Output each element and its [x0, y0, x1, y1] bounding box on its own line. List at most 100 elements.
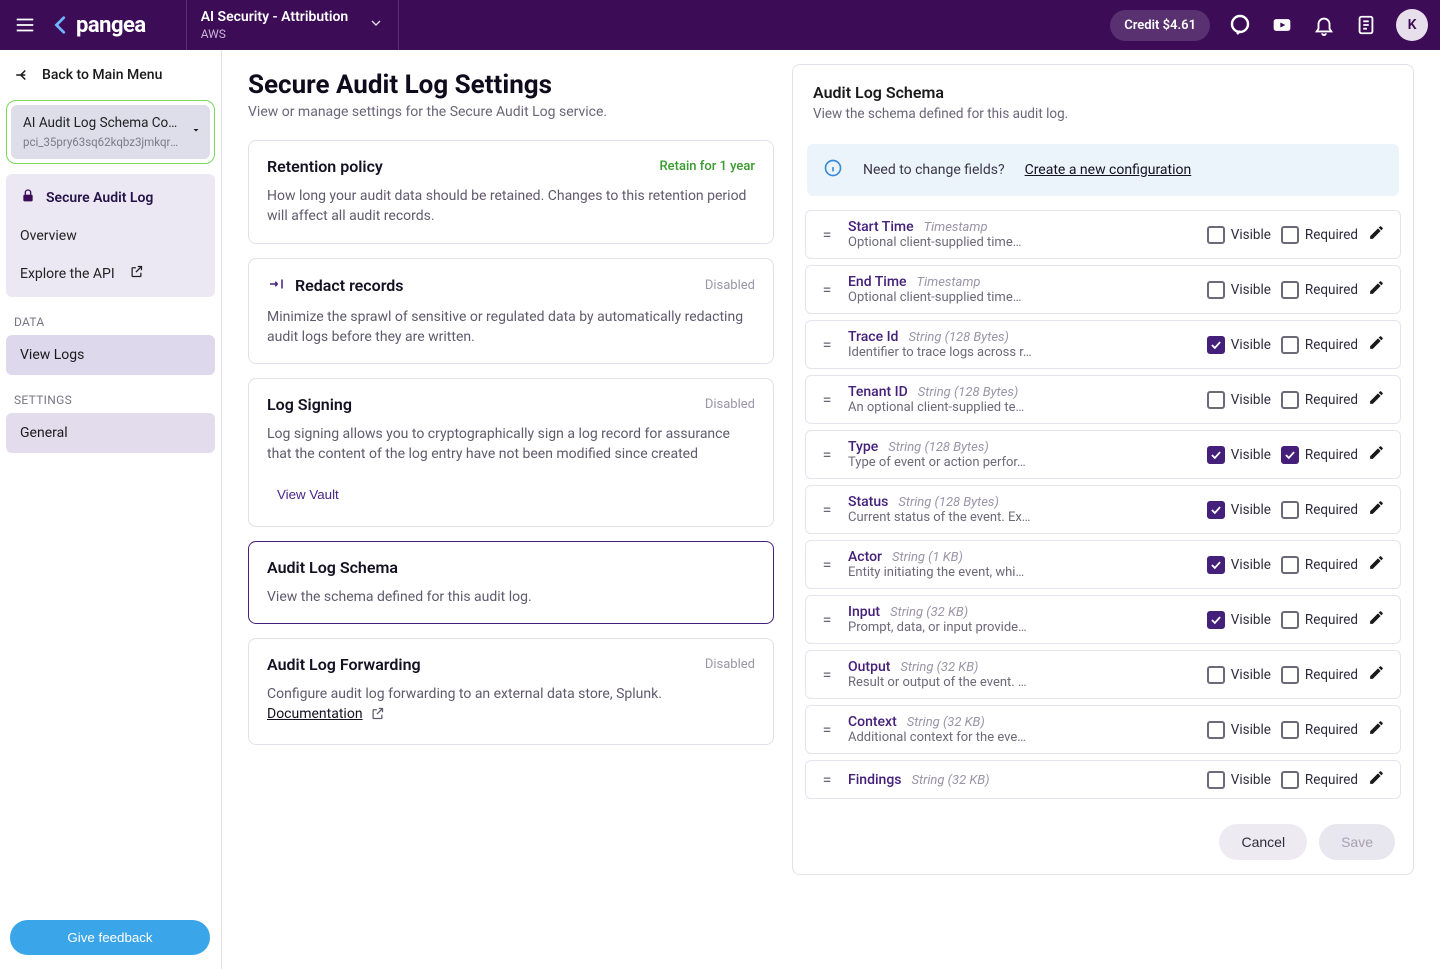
field-desc: Optional client-supplied time…	[848, 290, 1038, 305]
field-name: Start Time	[848, 219, 914, 235]
feedback-button[interactable]: Give feedback	[10, 920, 210, 955]
brand-logo[interactable]: pangea	[50, 13, 186, 38]
visible-checkbox[interactable]	[1207, 336, 1225, 354]
field-type: Timestamp	[924, 220, 988, 235]
field-type: Timestamp	[917, 275, 981, 290]
schema-row: =OutputString (32 KB)Result or output of…	[805, 650, 1401, 699]
external-link-icon	[129, 264, 144, 283]
visible-checkbox[interactable]	[1207, 501, 1225, 519]
credit-balance[interactable]: Credit $4.61	[1110, 10, 1210, 41]
edit-icon[interactable]	[1362, 499, 1390, 520]
visible-checkbox[interactable]	[1207, 281, 1225, 299]
field-type: String (32 KB)	[890, 605, 968, 620]
visible-checkbox[interactable]	[1207, 556, 1225, 574]
redact-title: Redact records	[295, 276, 404, 295]
card-schema[interactable]: Audit Log Schema View the schema defined…	[248, 541, 774, 624]
visible-checkbox[interactable]	[1207, 226, 1225, 244]
required-label: Required	[1305, 502, 1358, 518]
card-redact[interactable]: Redact records Disabled Minimize the spr…	[248, 258, 774, 365]
field-name: Trace Id	[848, 329, 898, 345]
save-button[interactable]: Save	[1319, 824, 1395, 860]
required-checkbox[interactable]	[1281, 666, 1299, 684]
project-title: AI Security - Attribution	[201, 9, 349, 25]
project-switcher[interactable]: AI Security - Attribution AWS	[186, 0, 400, 50]
visible-checkbox[interactable]	[1207, 446, 1225, 464]
drag-handle-icon[interactable]: =	[816, 280, 838, 299]
drag-handle-icon[interactable]: =	[816, 770, 838, 789]
edit-icon[interactable]	[1362, 554, 1390, 575]
edit-icon[interactable]	[1362, 389, 1390, 410]
edit-icon[interactable]	[1362, 444, 1390, 465]
drag-handle-icon[interactable]: =	[816, 225, 838, 244]
redact-desc: Minimize the sprawl of sensitive or regu…	[267, 307, 755, 348]
drag-handle-icon[interactable]: =	[816, 555, 838, 574]
sidebar-explore-api[interactable]: Explore the API	[6, 254, 215, 293]
sidebar-item-general[interactable]: General	[6, 413, 215, 453]
drag-handle-icon[interactable]: =	[816, 500, 838, 519]
menu-toggle[interactable]	[0, 0, 50, 50]
required-checkbox[interactable]	[1281, 771, 1299, 789]
cancel-button[interactable]: Cancel	[1219, 824, 1307, 860]
card-retention[interactable]: Retention policy Retain for 1 year How l…	[248, 140, 774, 244]
visible-label: Visible	[1231, 337, 1271, 353]
required-checkbox[interactable]	[1281, 336, 1299, 354]
view-vault-button[interactable]: View Vault	[267, 479, 349, 510]
drag-handle-icon[interactable]: =	[816, 445, 838, 464]
visible-checkbox[interactable]	[1207, 771, 1225, 789]
youtube-icon[interactable]	[1264, 7, 1300, 43]
banner-text: Need to change fields?	[863, 162, 1005, 178]
sidebar-item-view-logs[interactable]: View Logs	[6, 335, 215, 375]
card-forwarding[interactable]: Audit Log Forwarding Disabled Configure …	[248, 638, 774, 745]
edit-icon[interactable]	[1362, 279, 1390, 300]
schema-row: =Start TimeTimestampOptional client-supp…	[805, 210, 1401, 259]
drag-handle-icon[interactable]: =	[816, 610, 838, 629]
required-checkbox[interactable]	[1281, 501, 1299, 519]
create-config-link[interactable]: Create a new configuration	[1025, 162, 1192, 178]
sidebar-overview[interactable]: Overview	[6, 218, 215, 254]
bell-icon[interactable]	[1306, 7, 1342, 43]
drag-handle-icon[interactable]: =	[816, 335, 838, 354]
signing-title: Log Signing	[267, 395, 352, 414]
required-checkbox[interactable]	[1281, 556, 1299, 574]
drag-handle-icon[interactable]: =	[816, 720, 838, 739]
schema-field-list[interactable]: =Start TimeTimestampOptional client-supp…	[793, 206, 1413, 809]
schema-row: =Tenant IDString (128 Bytes)An optional …	[805, 375, 1401, 424]
drag-handle-icon[interactable]: =	[816, 390, 838, 409]
required-checkbox[interactable]	[1281, 391, 1299, 409]
docs-icon[interactable]	[1348, 7, 1384, 43]
field-name: End Time	[848, 274, 907, 290]
field-desc: Entity initiating the event, whi…	[848, 565, 1038, 580]
lock-icon	[20, 188, 36, 208]
edit-icon[interactable]	[1362, 609, 1390, 630]
edit-icon[interactable]	[1362, 664, 1390, 685]
card-signing[interactable]: Log Signing Disabled Log signing allows …	[248, 378, 774, 527]
redact-badge: Disabled	[705, 278, 755, 293]
signing-badge: Disabled	[705, 397, 755, 412]
edit-icon[interactable]	[1362, 224, 1390, 245]
field-type: String (1 KB)	[892, 550, 963, 565]
edit-icon[interactable]	[1362, 334, 1390, 355]
field-type: String (32 KB)	[900, 660, 978, 675]
caret-down-icon	[190, 124, 202, 140]
required-checkbox[interactable]	[1281, 611, 1299, 629]
visible-checkbox[interactable]	[1207, 721, 1225, 739]
visible-checkbox[interactable]	[1207, 666, 1225, 684]
sidebar-service-title[interactable]: Secure Audit Log	[6, 178, 215, 218]
visible-checkbox[interactable]	[1207, 611, 1225, 629]
edit-icon[interactable]	[1362, 719, 1390, 740]
required-checkbox[interactable]	[1281, 721, 1299, 739]
user-avatar[interactable]: K	[1396, 9, 1428, 41]
visible-checkbox[interactable]	[1207, 391, 1225, 409]
edit-icon[interactable]	[1362, 769, 1390, 790]
required-checkbox[interactable]	[1281, 446, 1299, 464]
visible-label: Visible	[1231, 502, 1271, 518]
chat-icon[interactable]	[1222, 7, 1258, 43]
schema-row: =ActorString (1 KB)Entity initiating the…	[805, 540, 1401, 589]
drag-handle-icon[interactable]: =	[816, 665, 838, 684]
documentation-link[interactable]: Documentation	[267, 706, 363, 722]
config-selector[interactable]: AI Audit Log Schema Conf… pci_35pry63sq6…	[11, 105, 210, 159]
required-checkbox[interactable]	[1281, 281, 1299, 299]
back-to-main[interactable]: Back to Main Menu	[0, 50, 221, 100]
sidebar-section-settings: SETTINGS	[0, 375, 221, 413]
required-checkbox[interactable]	[1281, 226, 1299, 244]
